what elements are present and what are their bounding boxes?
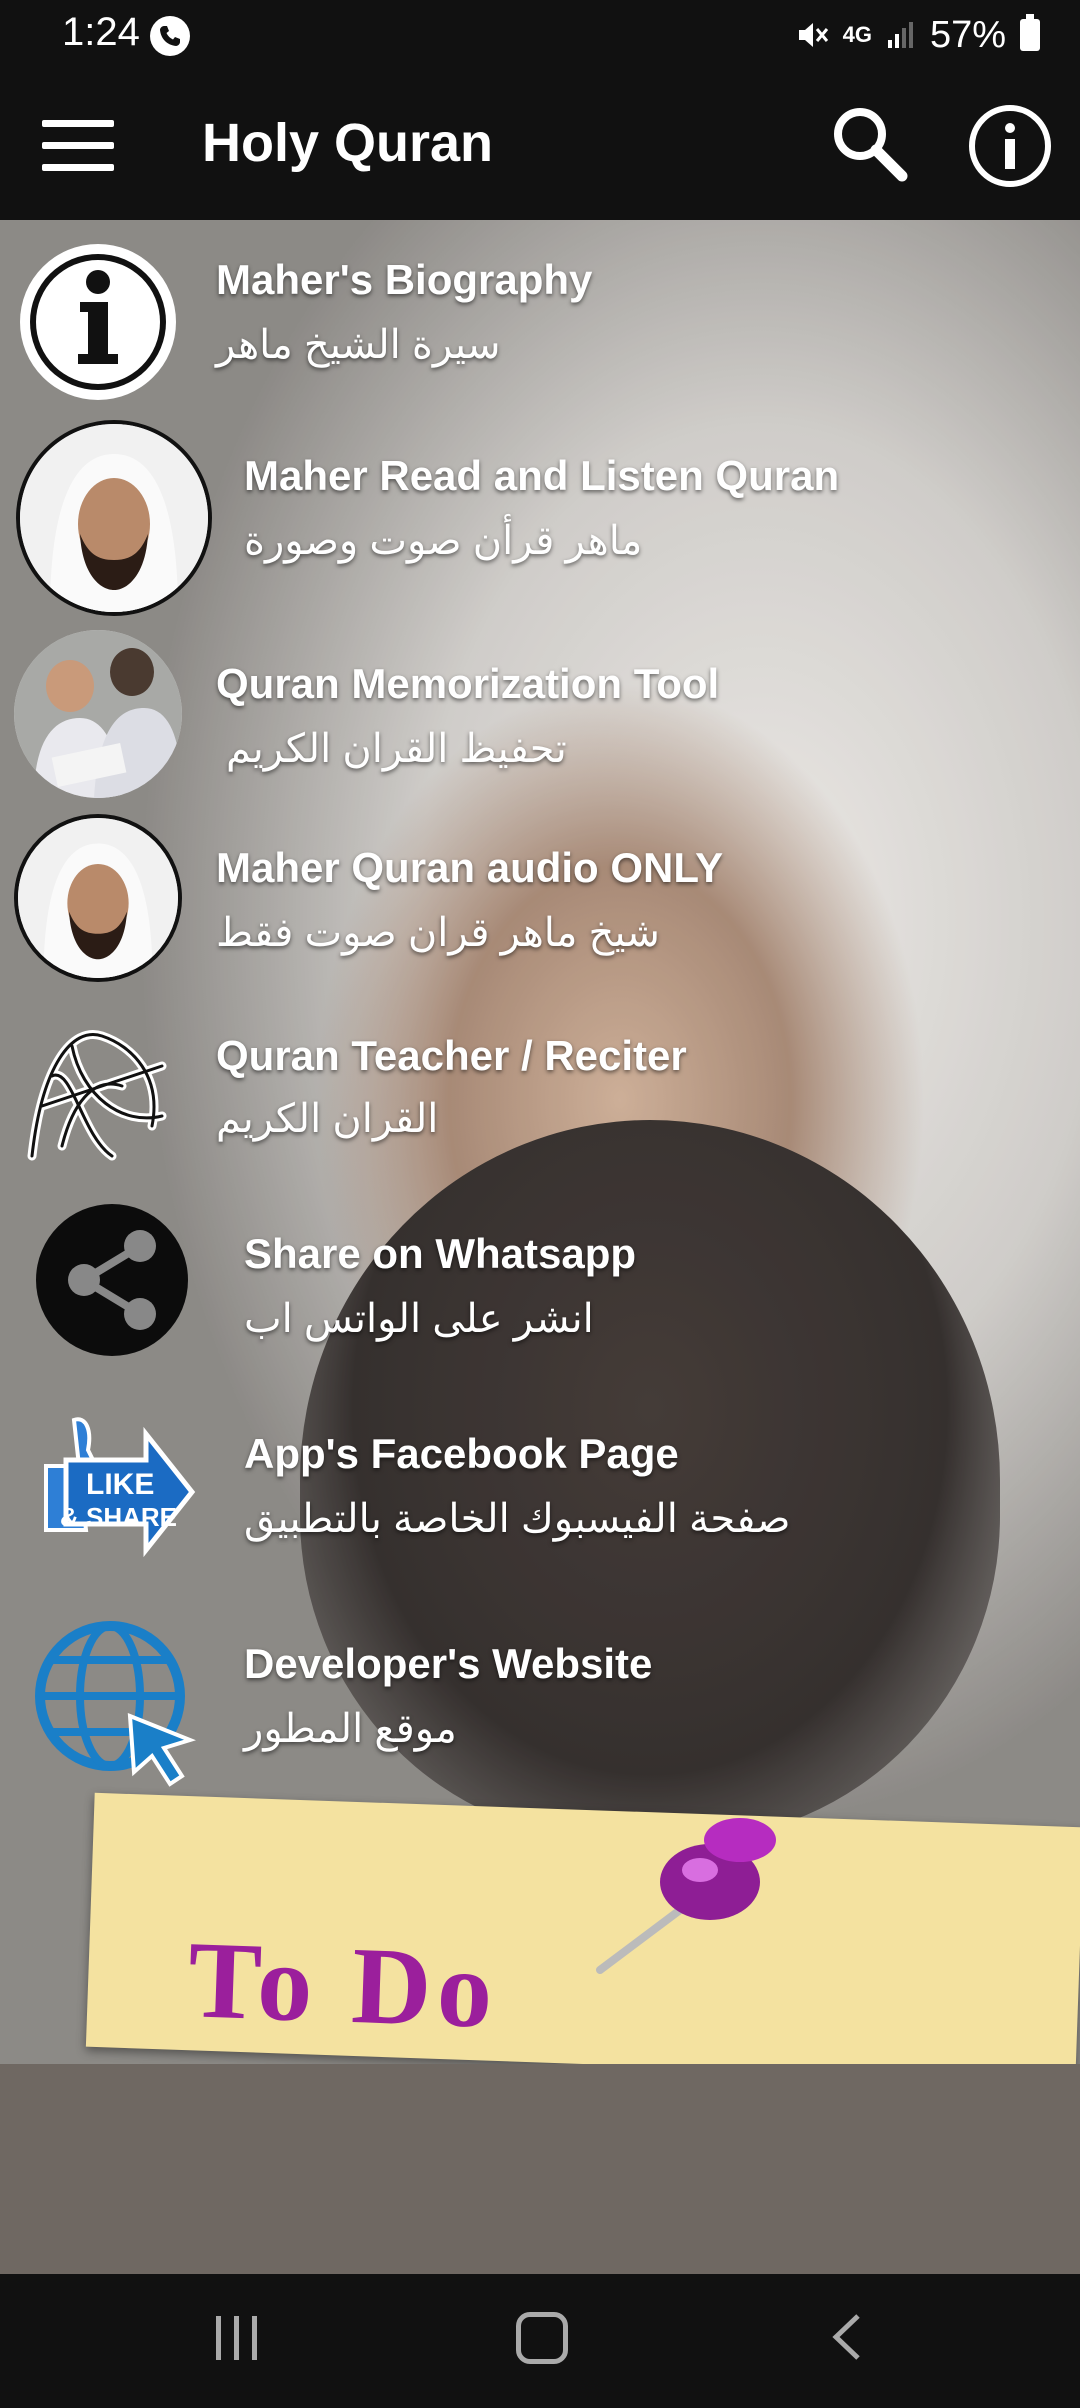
menu-item-subtitle: القران الكريم [216, 1097, 439, 1141]
mute-icon [798, 23, 828, 47]
menu-item-facebook[interactable]: LIKE & SHARE App's Facebook Page صفحة ال… [0, 1400, 1080, 1606]
status-bar: 1:24 4G 57% [0, 0, 1080, 72]
menu-item-subtitle: ماهر قرأن صوت وصورة [244, 519, 643, 563]
menu-item-title: Maher's Biography [216, 256, 593, 303]
recent-apps-icon[interactable] [212, 2316, 262, 2360]
main-content: Maher's Biography سيرة الشيخ ماهر Maher … [0, 220, 1080, 2064]
app-title: Holy Quran [202, 113, 494, 173]
info-icon[interactable] [966, 102, 1054, 190]
menu-item-title: App's Facebook Page [244, 1430, 679, 1477]
info-circle-icon [20, 244, 176, 400]
todo-banner-image[interactable]: To Do [85, 1792, 1080, 2064]
share-icon [36, 1204, 188, 1356]
share-label: & SHARE [60, 1502, 177, 1532]
menu-item-developer-website[interactable]: Developer's Website موقع المطور [0, 1610, 1080, 1806]
phone-call-icon [150, 16, 190, 56]
menu-item-memorization[interactable]: Quran Memorization Tool تحفيظ القران الك… [0, 630, 1080, 808]
menu-item-audio-only[interactable]: Maher Quran audio ONLY شيخ ماهر قران صوت… [0, 814, 1080, 992]
reciter-avatar [16, 420, 212, 616]
menu-item-subtitle: صفحة الفيسبوك الخاصة بالتطبيق [244, 1497, 791, 1541]
menu-item-title: Quran Teacher / Reciter [216, 1032, 687, 1079]
battery-icon [1020, 14, 1040, 51]
menu-item-title: Share on Whatsapp [244, 1230, 637, 1277]
quran-calligraphy-icon [27, 1030, 167, 1161]
menu-item-title: Developer's Website [244, 1640, 653, 1687]
menu-item-title: Quran Memorization Tool [216, 660, 720, 707]
menu-item-read-listen[interactable]: Maher Read and Listen Quran ماهر قرأن صو… [0, 420, 1080, 620]
banner-text: To Do [186, 1918, 501, 2051]
like-label: LIKE [86, 1468, 154, 1501]
menu-item-teacher[interactable]: Quran Teacher / Reciter القران الكريم [0, 996, 1080, 1184]
hamburger-menu-icon[interactable] [42, 120, 116, 174]
menu-item-share-whatsapp[interactable]: Share on Whatsapp انشر على الواتس اب [0, 1190, 1080, 1390]
globe-cursor-icon [35, 1621, 197, 1787]
menu-item-biography[interactable]: Maher's Biography سيرة الشيخ ماهر [0, 220, 1080, 410]
menu-item-subtitle: شيخ ماهر قران صوت فقط [216, 911, 660, 955]
back-icon[interactable] [826, 2312, 866, 2362]
network-type: 4G [842, 22, 872, 47]
push-pin-icon [596, 1818, 776, 1974]
status-time: 1:24 [62, 10, 140, 54]
menu-item-title: Maher Quran audio ONLY [216, 844, 724, 891]
menu-item-subtitle: سيرة الشيخ ماهر [216, 323, 501, 367]
search-icon[interactable] [828, 102, 910, 184]
system-nav-bar [0, 2274, 1080, 2408]
battery-percent: 57% [929, 13, 1006, 56]
reciter-avatar [14, 814, 182, 982]
app-bar: Holy Quran [0, 72, 1080, 220]
menu-item-title: Maher Read and Listen Quran [244, 452, 840, 499]
status-icons: 4G 57% [793, 10, 1040, 60]
signal-icon [887, 22, 913, 48]
ad-banner-area [0, 2064, 1080, 2274]
menu-item-subtitle: موقع المطور [244, 1707, 457, 1751]
like-share-icon: LIKE & SHARE [44, 1417, 196, 1558]
home-icon[interactable] [516, 2312, 568, 2364]
children-reading-photo [14, 630, 182, 798]
menu-item-subtitle: تحفيظ القران الكريم [226, 727, 567, 771]
menu-item-subtitle: انشر على الواتس اب [244, 1297, 594, 1341]
